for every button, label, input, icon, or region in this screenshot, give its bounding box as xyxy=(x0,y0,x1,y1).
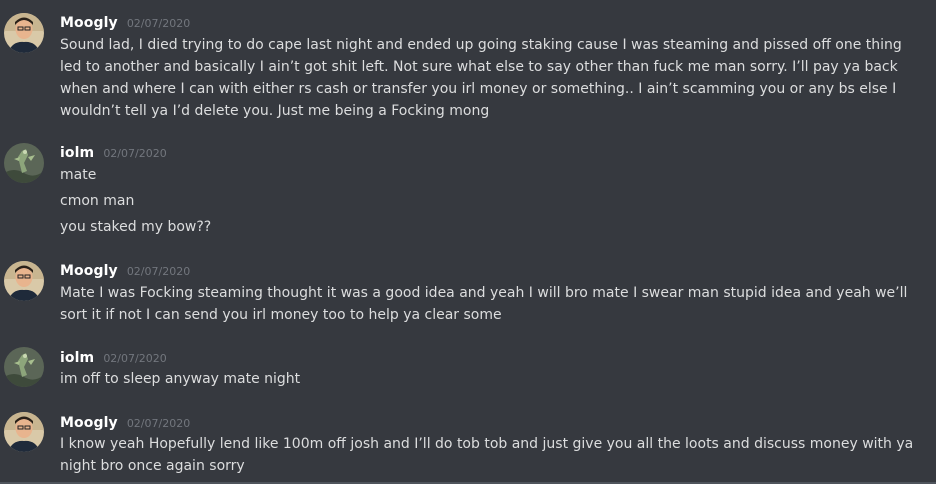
avatar-iolm-icon[interactable] xyxy=(4,347,44,387)
message-text: Mate I was Focking steaming thought it w… xyxy=(60,285,908,323)
avatar-moogly-icon[interactable] xyxy=(4,412,44,452)
message-text: im off to sleep anyway mate night xyxy=(60,371,301,387)
message-text: cmon man xyxy=(60,193,135,209)
username[interactable]: iolm xyxy=(60,145,94,161)
message-group: Moogly 02/07/2020 Sound lad, I died tryi… xyxy=(0,0,936,130)
username[interactable]: Moogly xyxy=(60,415,118,431)
message-text: I know yeah Hopefully lend like 100m off… xyxy=(60,436,914,474)
message-text: you staked my bow?? xyxy=(60,219,212,235)
username[interactable]: iolm xyxy=(60,350,94,366)
message-header: Moogly 02/07/2020 xyxy=(60,12,190,32)
message-text: Sound lad, I died trying to do cape last… xyxy=(60,37,902,119)
message-text: mate xyxy=(60,167,97,183)
username[interactable]: Moogly xyxy=(60,15,118,31)
timestamp: 02/07/2020 xyxy=(126,265,191,278)
message-group: Moogly 02/07/2020 Mate I was Focking ste… xyxy=(0,250,936,338)
username[interactable]: Moogly xyxy=(60,263,118,279)
message-header: iolm 02/07/2020 xyxy=(60,142,167,162)
message-group: iolm 02/07/2020 mate cmon man you staked… xyxy=(0,130,936,250)
message-header: Moogly 02/07/2020 xyxy=(60,260,190,280)
chat-messages: Moogly 02/07/2020 Sound lad, I died tryi… xyxy=(0,0,936,484)
timestamp: 02/07/2020 xyxy=(126,417,191,430)
message-header: iolm 02/07/2020 xyxy=(60,347,167,367)
message-header: Moogly 02/07/2020 xyxy=(60,412,190,432)
timestamp: 02/07/2020 xyxy=(103,352,167,365)
timestamp: 02/07/2020 xyxy=(126,17,191,30)
avatar-moogly-icon[interactable] xyxy=(4,13,44,53)
message-group: iolm 02/07/2020 im off to sleep anyway m… xyxy=(0,338,936,402)
message-group: Moogly 02/07/2020 I know yeah Hopefully … xyxy=(0,402,936,484)
timestamp: 02/07/2020 xyxy=(103,147,167,160)
avatar-moogly-icon[interactable] xyxy=(4,261,44,301)
avatar-iolm-icon[interactable] xyxy=(4,143,44,183)
